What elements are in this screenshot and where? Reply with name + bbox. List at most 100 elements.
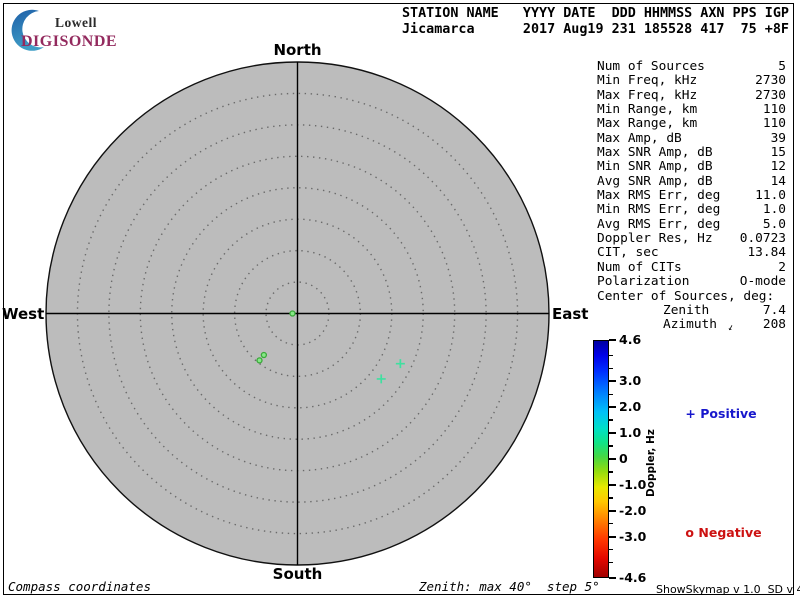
colorbar-major-tick (609, 458, 616, 460)
colorbar-tick-label: -2.0 (619, 502, 647, 518)
stat-value: 2 (778, 259, 786, 275)
stat-row: Avg RMS Err, deg 5.0 (597, 216, 786, 232)
stat-label: Num of CITs (597, 259, 682, 275)
colorbar-tick-label: 4.6 (619, 332, 642, 347)
stat-value: 11.0 (755, 188, 786, 204)
stat-label: Min Freq, kHz (597, 73, 698, 89)
colorbar-tick-label: 0 (619, 451, 628, 466)
stat-value: 110 (762, 116, 786, 132)
compass-label-south: South (272, 565, 323, 583)
stat-label: Max Freq, kHz (597, 87, 698, 103)
stat-row: Zenith 7.4 (597, 302, 786, 318)
statistics-panel: Num of Sources 5 Min Freq, kHz 2730 Max Freq… (597, 59, 786, 334)
stat-row: Min Freq, kHz 2730 (597, 73, 786, 89)
colorbar-tick-label: 1.0 (619, 425, 642, 441)
stat-label: Max RMS Err, deg (597, 188, 721, 204)
colorbar-minor-tick (609, 445, 613, 447)
colorbar-tick-label: 3.0 (619, 373, 642, 389)
colorbar-major-tick (609, 535, 616, 538)
stat-label: Avg SNR Amp, dB (597, 173, 713, 189)
colorbar-minor-tick (609, 471, 613, 473)
stat-row: CIT, sec 13.84 (597, 245, 786, 261)
legend-negative: o Negative (668, 510, 762, 555)
colorbar-minor-tick (609, 393, 613, 396)
showskymap-window: Lowell DIGISONDE STATION NAME YYYY DATE … (0, 0, 800, 600)
stat-label: Max Range, km (597, 116, 698, 132)
colorbar-tick-label: -1.0 (619, 476, 647, 492)
stat-value: 14 (770, 173, 786, 189)
colorbar-tick-label: -4.6 (619, 570, 647, 585)
stat-label: CIT, sec (597, 245, 659, 261)
source-marker-negative (289, 310, 296, 317)
circle-marker-icon: o (685, 525, 695, 540)
stat-label: Min SNR Amp, dB (597, 159, 713, 175)
colorbar-major-tick (609, 406, 616, 409)
colorbar-minor-tick (609, 497, 613, 499)
colorbar-minor-tick (609, 548, 613, 551)
compass-label-west: West (2, 305, 45, 323)
legend-positive-text: Positive (700, 406, 757, 421)
stat-label: Doppler Res, Hz (597, 231, 713, 247)
colorbar-major-tick (609, 509, 616, 512)
stat-row: Min SNR Amp, dB 12 (597, 159, 786, 175)
stat-row: Avg SNR Amp, dB 14 (597, 173, 786, 189)
stat-label: Min Range, km (597, 102, 698, 118)
stat-value: 5 (778, 59, 786, 74)
stat-row: Center of Sources, deg: (597, 288, 786, 304)
stat-label: Num of Sources (597, 59, 705, 74)
colorbar-axis-title: Doppler, Hz (645, 429, 657, 497)
stat-row: Max Freq, kHz 2730 (597, 87, 786, 103)
stat-row: Polarization O-mode (597, 274, 786, 290)
stat-value: 13.84 (747, 245, 786, 261)
stat-label: Polarization (597, 274, 690, 290)
colorbar-minor-tick (609, 522, 613, 525)
coordinate-system-note: Compass coordinates (8, 579, 151, 594)
colorbar-tick-label: 2.0 (619, 399, 642, 415)
legend-negative-text: Negative (698, 525, 762, 540)
stat-label: Max SNR Amp, dB (597, 145, 713, 161)
stat-row: Max SNR Amp, dB 15 (597, 145, 786, 161)
colorbar-major-tick (609, 339, 616, 341)
azimuth-direction-arrow-icon: ↑ (725, 321, 736, 334)
colorbar-major-tick (609, 483, 616, 486)
stat-value: 0.0723 (739, 231, 786, 247)
stat-row: Min Range, km 110 (597, 102, 786, 118)
stat-label: Center of Sources, deg: (597, 288, 775, 304)
stat-row: Max RMS Err, deg 11.0 (597, 188, 786, 204)
colorbar-gradient (593, 340, 609, 578)
stat-row: Max Amp, dB 39 (597, 130, 786, 146)
stat-row: Num of CITs 2 (597, 259, 786, 275)
stat-value: 1.0 (762, 202, 786, 218)
stat-row: Azimuth ↑ 208 (597, 317, 786, 334)
colorbar-major-tick (609, 432, 616, 435)
compass-label-north: North (273, 41, 322, 59)
stat-label: Avg RMS Err, deg (597, 216, 721, 232)
software-version: ShowSkymap v 1.0 SD v 4.2 (656, 583, 800, 596)
stat-value: 15 (770, 145, 786, 161)
stat-label: Max Amp, dB (597, 130, 682, 146)
colorbar-minor-tick (609, 561, 613, 564)
colorbar-major-tick (609, 577, 616, 579)
stat-label: Azimuth (663, 317, 717, 333)
stat-value: 110 (762, 102, 786, 118)
colorbar-major-tick (609, 380, 616, 383)
stat-value: O-mode (739, 274, 786, 290)
stat-row: Min RMS Err, deg 1.0 (597, 202, 786, 218)
stat-value: 2730 (755, 87, 786, 103)
stat-row: Num of Sources 5 (597, 59, 786, 74)
stat-row: Doppler Res, Hz 0.0723 (597, 231, 786, 247)
stat-value: 7.4 (762, 302, 786, 318)
stat-value: 39 (770, 130, 786, 146)
colorbar-minor-tick (609, 354, 613, 357)
zenith-range-note: Zenith: max 40° step 5° (419, 579, 600, 594)
source-marker-negative (260, 351, 268, 359)
stat-value: 5.0 (762, 216, 786, 232)
legend-positive: + Positive (668, 391, 757, 436)
stat-value: 2730 (755, 73, 786, 89)
stat-label: Min RMS Err, deg (597, 202, 721, 218)
colorbar-minor-tick (609, 419, 613, 421)
stat-value: 208 (762, 317, 786, 333)
stat-value: 12 (770, 159, 786, 175)
plus-marker-icon: + (685, 406, 696, 421)
stat-label: Zenith (663, 302, 710, 318)
